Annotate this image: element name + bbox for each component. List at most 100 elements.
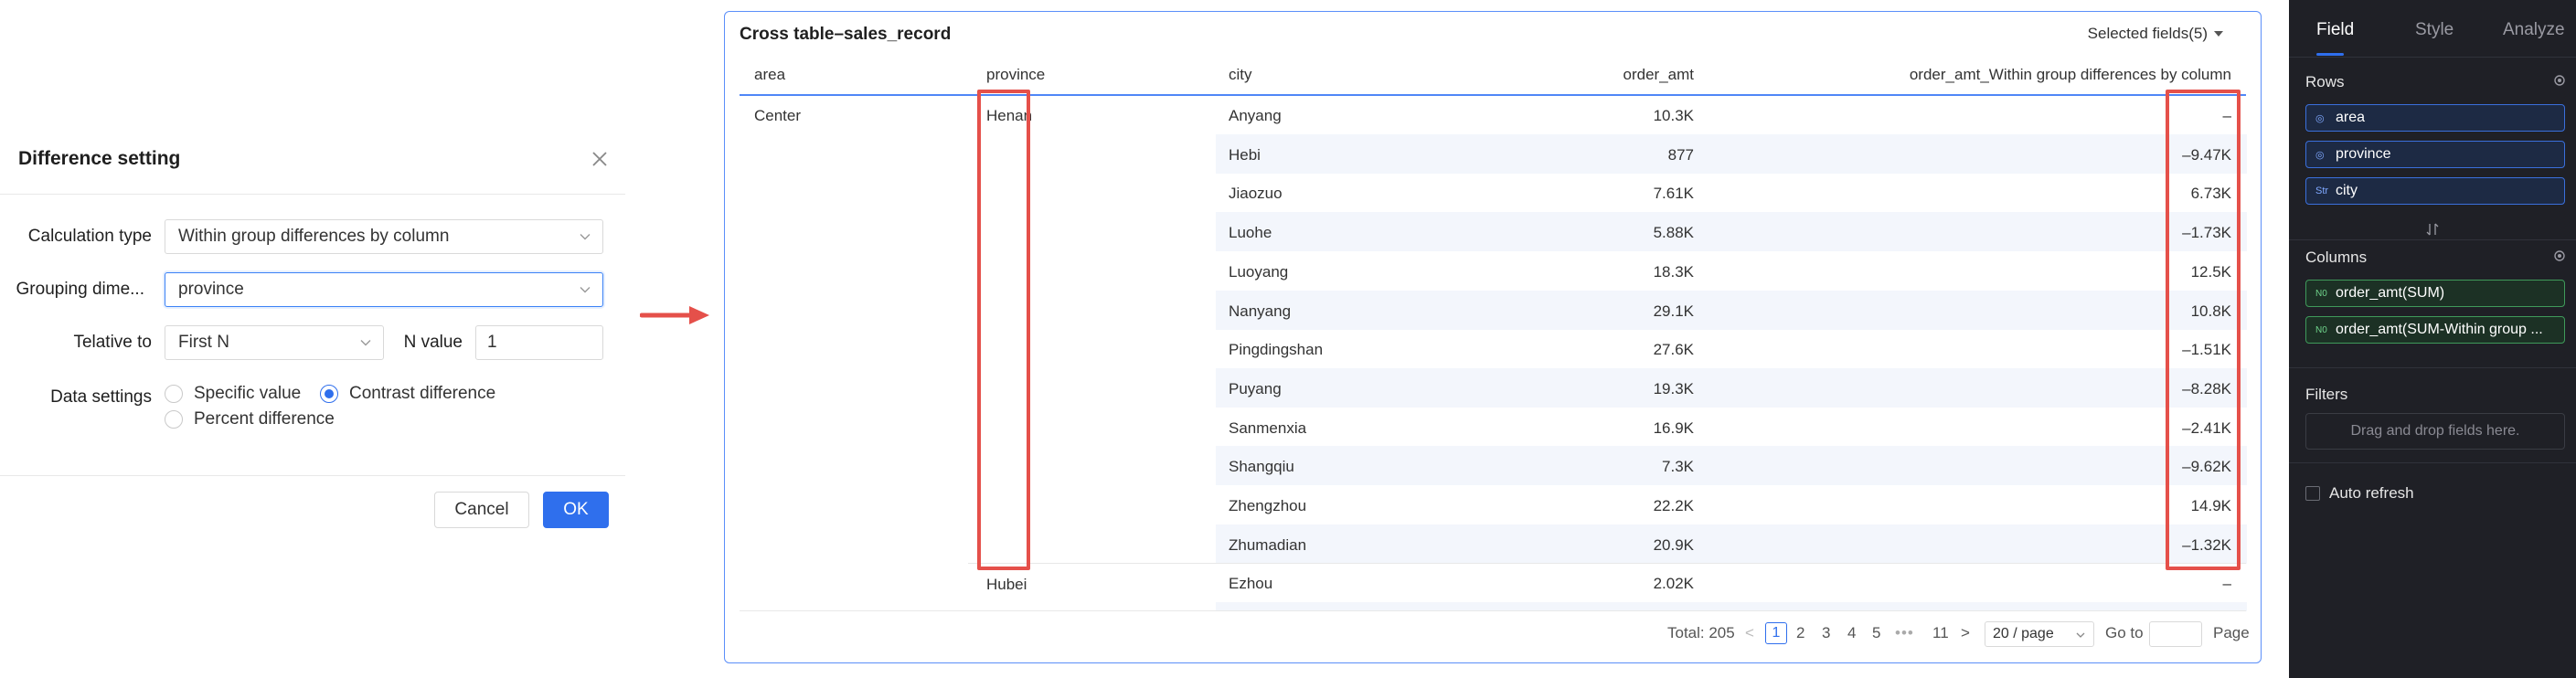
calc-type-select[interactable]: Within group differences by column xyxy=(165,219,603,254)
radio-specific-value[interactable]: Specific value xyxy=(165,384,301,404)
relative-to-select[interactable]: First N xyxy=(165,325,384,360)
highlight-box-province xyxy=(977,90,1030,570)
pagination-page-last[interactable]: 11 xyxy=(1932,624,1949,642)
selected-fields-dropdown[interactable]: Selected fields(5) xyxy=(2088,25,2224,43)
chevron-down-icon xyxy=(2076,632,2085,638)
chevron-down-icon xyxy=(580,287,591,293)
radio-button[interactable] xyxy=(165,410,183,429)
column-header-province: province xyxy=(986,66,1046,83)
columns-section-title: Columns xyxy=(2305,249,2368,266)
field-label: province xyxy=(2336,146,2391,162)
column-header-difference: order_amt_Within group differences by co… xyxy=(1909,66,2231,83)
pagination-next[interactable]: > xyxy=(1961,624,1970,642)
gear-icon[interactable] xyxy=(2552,249,2567,263)
difference-cell: – xyxy=(2222,575,2231,593)
pagination-total: Total: 205 xyxy=(1667,624,1735,641)
tab-analyze[interactable]: Analyze xyxy=(2503,20,2565,40)
tab-field[interactable]: Field xyxy=(2316,20,2354,40)
row-field-city[interactable]: Str city xyxy=(2305,177,2565,205)
n-value-input[interactable]: 1 xyxy=(475,325,603,360)
dialog-title: Difference setting xyxy=(18,148,181,169)
radio-button-selected[interactable] xyxy=(320,385,338,403)
tab-style[interactable]: Style xyxy=(2415,20,2454,40)
divider xyxy=(2289,462,2576,463)
order-amt-cell: 16.9K xyxy=(1653,418,1694,437)
pagination-prev[interactable]: < xyxy=(1745,624,1754,642)
cross-table-panel: Cross table–sales_record Selected fields… xyxy=(724,11,2262,663)
row-stripe xyxy=(1216,446,2247,486)
radio-label: Percent difference xyxy=(194,409,335,429)
close-icon[interactable] xyxy=(589,148,611,170)
column-field-order-amt-sum[interactable]: N0 order_amt(SUM) xyxy=(2305,280,2565,307)
area-cell: Center xyxy=(754,107,802,124)
gear-icon[interactable] xyxy=(2552,73,2567,88)
pagination-page-5[interactable]: 5 xyxy=(1872,624,1880,642)
auto-refresh-checkbox[interactable] xyxy=(2305,486,2320,501)
relative-to-value: First N xyxy=(178,333,229,352)
pagination-page-4[interactable]: 4 xyxy=(1847,624,1856,642)
goto-label: Go to xyxy=(2105,624,2144,641)
order-amt-cell: 877 xyxy=(1667,145,1694,164)
row-stripe xyxy=(1216,290,2247,330)
field-label: city xyxy=(2336,183,2358,198)
column-header-order-amt: order_amt xyxy=(1623,66,1694,83)
chevron-down-icon xyxy=(360,340,371,346)
body-bottom-divider xyxy=(740,610,2246,611)
pagination-ellipsis[interactable]: ••• xyxy=(1895,624,1914,642)
group-divider xyxy=(968,563,2246,564)
city-cell: Pingdingshan xyxy=(1229,341,1324,359)
page-label: Page xyxy=(2213,624,2250,641)
arrow-right-icon xyxy=(640,306,709,324)
radio-contrast-difference[interactable]: Contrast difference xyxy=(320,384,495,404)
city-cell: Jiaozuo xyxy=(1229,185,1283,203)
radio-button[interactable] xyxy=(165,385,183,403)
column-header-area: area xyxy=(754,66,786,83)
caret-down-icon xyxy=(2214,31,2223,37)
radio-label: Contrast difference xyxy=(349,384,496,403)
city-cell: Anyang xyxy=(1229,107,1282,124)
cancel-button[interactable]: Cancel xyxy=(434,492,529,528)
radio-label: Specific value xyxy=(194,384,302,403)
pagination-page-3[interactable]: 3 xyxy=(1822,624,1830,642)
grouping-label: Grouping dime... xyxy=(16,280,144,299)
order-amt-cell: 20.9K xyxy=(1653,535,1694,554)
divider xyxy=(0,475,625,476)
row-field-area[interactable]: ◎ area xyxy=(2305,104,2565,132)
field-label: order_amt(SUM) xyxy=(2336,285,2445,301)
column-field-order-amt-diff[interactable]: N0 order_amt(SUM-Within group ... xyxy=(2305,316,2565,344)
dimension-icon: ◎ xyxy=(2315,149,2325,161)
divider xyxy=(2289,57,2576,58)
grouping-dimension-select[interactable]: province xyxy=(165,272,603,307)
ok-button[interactable]: OK xyxy=(543,492,609,528)
pagination-page-1[interactable]: 1 xyxy=(1765,622,1787,644)
column-header-city: city xyxy=(1229,66,1252,83)
page-size-value: 20 / page xyxy=(1993,626,2054,641)
goto-page-input[interactable] xyxy=(2149,621,2202,647)
data-settings-label: Data settings xyxy=(50,387,152,407)
order-amt-cell: 2.02K xyxy=(1653,575,1694,593)
page-size-select[interactable]: 20 / page xyxy=(1985,621,2094,647)
row-field-province[interactable]: ◎ province xyxy=(2305,141,2565,168)
active-tab-indicator xyxy=(2316,53,2344,56)
difference-setting-dialog: Difference setting Calculation type With… xyxy=(0,128,625,539)
pagination-page-2[interactable]: 2 xyxy=(1796,624,1804,642)
city-cell: Sanmenxia xyxy=(1229,418,1307,437)
order-amt-cell: 5.88K xyxy=(1653,224,1694,242)
chevron-down-icon xyxy=(580,234,591,240)
city-cell: Luohe xyxy=(1229,224,1272,242)
calc-type-value: Within group differences by column xyxy=(178,227,450,246)
field-settings-sidebar: Field Style Analyze Rows ◎ area ◎ provin… xyxy=(2289,0,2576,678)
rows-section-title: Rows xyxy=(2305,73,2345,90)
swap-icon[interactable] xyxy=(2426,223,2439,236)
field-label: order_amt(SUM-Within group ... xyxy=(2336,322,2543,337)
filters-section-title: Filters xyxy=(2305,386,2348,403)
n-value-label: N value xyxy=(403,333,463,352)
radio-percent-difference[interactable]: Percent difference xyxy=(165,409,335,429)
order-amt-cell: 27.6K xyxy=(1653,341,1694,359)
city-cell: Ezhou xyxy=(1229,575,1273,593)
city-cell: Zhumadian xyxy=(1229,535,1307,554)
field-label: area xyxy=(2336,110,2366,125)
city-cell: Nanyang xyxy=(1229,302,1292,320)
auto-refresh-label: Auto refresh xyxy=(2329,484,2414,502)
filters-drop-zone[interactable]: Drag and drop fields here. xyxy=(2305,413,2565,450)
